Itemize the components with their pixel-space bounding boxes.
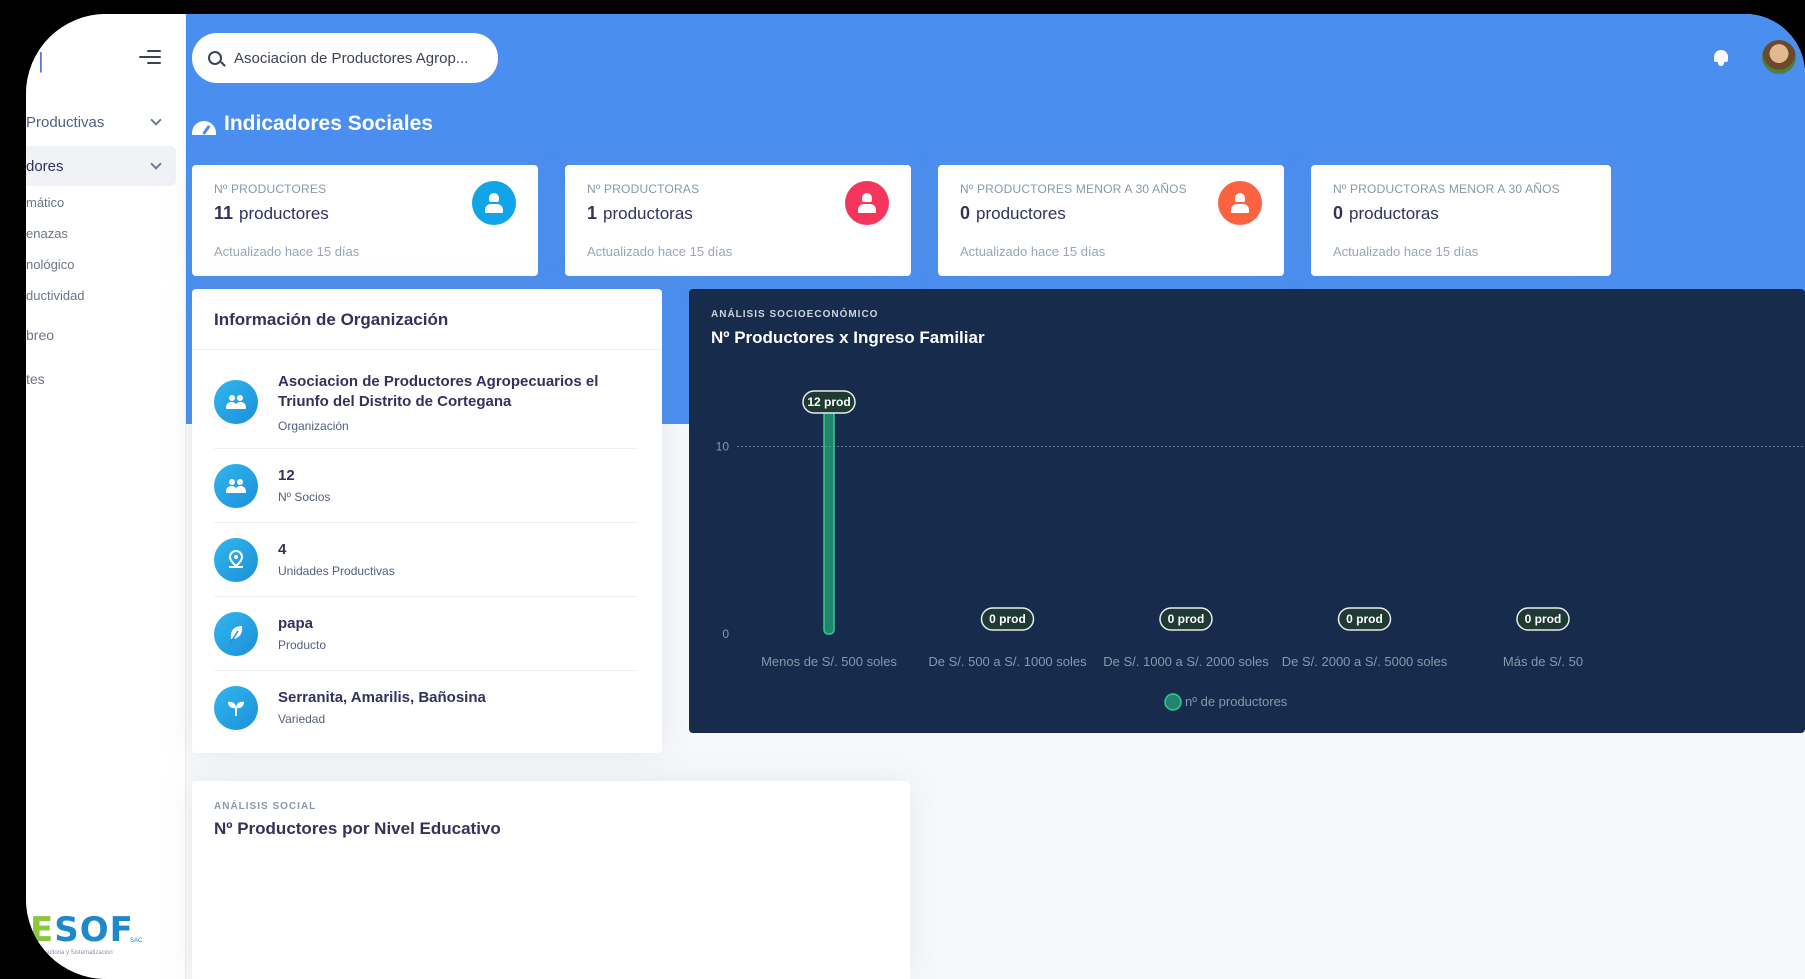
y-tick-label: 0 xyxy=(722,627,729,641)
logo-tag: SAC xyxy=(130,938,143,944)
stat-card-productoras: Nº PRODUCTORAS 1 productoras Actualizado … xyxy=(565,165,911,276)
gauge-icon xyxy=(192,121,216,135)
x-tick-label: De S/. 1000 a S/. 2000 soles xyxy=(1103,654,1269,669)
org-name: Asociacion de Productores Agropecuarios … xyxy=(278,373,599,410)
education-chart-card: ANÁLISIS SOCIAL Nº Productores por Nivel… xyxy=(192,781,910,979)
worker-icon xyxy=(1218,181,1262,225)
map-pin-icon xyxy=(214,538,258,582)
x-tick-label: De S/. 500 a S/. 1000 soles xyxy=(928,654,1087,669)
users-icon xyxy=(214,380,258,424)
list-item: Asociacion de Productores Agropecuarios … xyxy=(214,350,638,449)
variedad-value: Serranita, Amarilis, Bañosina xyxy=(278,689,486,706)
logo-subtitle: Consultoria y Sistematizacion xyxy=(34,950,113,956)
list-item: papa Producto xyxy=(214,597,638,671)
stat-footer: Actualizado hace 15 días xyxy=(960,244,1106,259)
stat-label: Nº PRODUCTORES MENOR A 30 AÑOS xyxy=(960,182,1187,196)
org-info-card: Información de Organización Asociacion d… xyxy=(192,289,662,753)
sidebar-item-monitoreo[interactable]: breo xyxy=(26,327,54,343)
users-icon xyxy=(214,464,258,508)
sprout-icon xyxy=(214,686,258,730)
data-label: 0 prod xyxy=(1168,612,1205,626)
org-card-title: Información de Organización xyxy=(192,289,662,350)
list-item: 4 Unidades Productivas xyxy=(214,523,638,597)
data-label: 0 prod xyxy=(989,612,1026,626)
chart-bar xyxy=(823,408,835,635)
company-logo: ESOF xyxy=(30,910,134,950)
stat-card-productores-menor-30: Nº PRODUCTORES MENOR A 30 AÑOS 0 producto… xyxy=(938,165,1284,276)
search-icon xyxy=(208,51,222,65)
search-input[interactable] xyxy=(234,49,474,67)
stat-card-productores: Nº PRODUCTORES 11 productores Actualizado… xyxy=(192,165,538,276)
sidebar-item-productivas[interactable]: Productivas xyxy=(26,102,176,142)
stat-label: Nº PRODUCTORAS xyxy=(587,182,700,196)
brand-mark: | xyxy=(38,48,44,73)
page-title-text: Indicadores Sociales xyxy=(224,112,433,135)
search-bar[interactable] xyxy=(192,33,498,83)
variedad-label: Variedad xyxy=(278,712,326,726)
legend-label: nº de productores xyxy=(1185,694,1288,709)
data-label: 0 prod xyxy=(1525,612,1562,626)
list-item: 12 Nº Socios xyxy=(214,449,638,523)
legend-swatch xyxy=(1164,693,1182,711)
leaf-icon xyxy=(214,612,258,656)
stat-label: Nº PRODUCTORAS MENOR A 30 AÑOS xyxy=(1333,182,1560,196)
income-chart-card: ANÁLISIS SOCIOECONÓMICO Nº Productores x… xyxy=(689,289,1805,733)
unidades-label: Unidades Productivas xyxy=(278,564,395,578)
income-bar-chart: 0 10 12 prod Menos de S/. 500 soles 0 prod De… xyxy=(716,390,1805,711)
sidebar-subitem-climatico[interactable]: mático xyxy=(26,195,64,210)
chart-title: Nº Productores por Nivel Educativo xyxy=(214,819,501,838)
sidebar-item-reportes[interactable]: tes xyxy=(26,371,45,387)
stat-value: 11 productores xyxy=(214,203,329,223)
data-label: 12 prod xyxy=(807,395,850,409)
chevron-down-icon xyxy=(150,158,162,170)
sidebar-item-label: Productivas xyxy=(26,113,105,131)
chevron-down-icon xyxy=(150,114,162,126)
stat-value: 1 productoras xyxy=(587,203,693,223)
stat-value: 0 productoras xyxy=(1333,203,1439,223)
unidades-value: 4 xyxy=(278,541,287,558)
sidebar-subitem-tecnologico[interactable]: nológico xyxy=(26,257,74,272)
x-tick-label: De S/. 2000 a S/. 5000 soles xyxy=(1282,654,1448,669)
sidebar: | Productivas dores mático enazas nológi… xyxy=(26,14,186,979)
sidebar-item-indicadores[interactable]: dores xyxy=(26,146,176,186)
data-label: 0 prod xyxy=(1346,612,1383,626)
bell-icon[interactable] xyxy=(1713,48,1729,66)
user-avatar[interactable] xyxy=(1762,40,1796,74)
x-tick-label: Más de S/. 50 xyxy=(1503,654,1583,669)
app-frame: | Productivas dores mático enazas nológi… xyxy=(26,14,1805,979)
page-title: Indicadores Sociales xyxy=(192,112,433,136)
y-tick-label: 10 xyxy=(716,440,730,454)
list-item: Serranita, Amarilis, Bañosina Variedad xyxy=(214,671,638,745)
socios-value: 12 xyxy=(278,467,295,484)
chart-eyebrow: ANÁLISIS SOCIAL xyxy=(214,801,317,812)
worker-icon xyxy=(845,181,889,225)
menu-toggle-icon[interactable] xyxy=(139,50,161,68)
sidebar-subitem-productividad[interactable]: ductividad xyxy=(26,288,85,303)
x-tick-label: Menos de S/. 500 soles xyxy=(761,654,897,669)
socios-label: Nº Socios xyxy=(278,490,331,504)
producto-value: papa xyxy=(278,615,314,632)
stat-footer: Actualizado hace 15 días xyxy=(1333,244,1479,259)
org-name-label: Organización xyxy=(278,419,349,433)
stat-value: 0 productores xyxy=(960,203,1066,223)
stat-card-productoras-menor-30: Nº PRODUCTORAS MENOR A 30 AÑOS 0 producto… xyxy=(1311,165,1611,276)
stat-label: Nº PRODUCTORES xyxy=(214,182,327,196)
producto-label: Producto xyxy=(278,638,327,652)
sidebar-subitem-amenazas[interactable]: enazas xyxy=(26,226,68,241)
stat-footer: Actualizado hace 15 días xyxy=(214,244,360,259)
sidebar-item-label: dores xyxy=(26,157,64,175)
stat-footer: Actualizado hace 15 días xyxy=(587,244,733,259)
worker-icon xyxy=(472,181,516,225)
